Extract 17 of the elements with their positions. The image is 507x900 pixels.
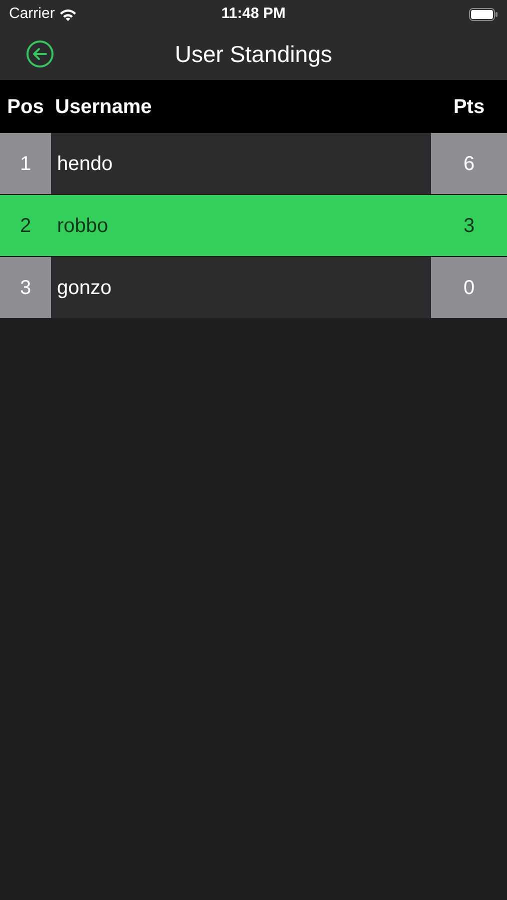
back-button[interactable] <box>26 40 54 68</box>
points-cell: 6 <box>431 133 507 194</box>
position-cell: 3 <box>0 257 51 318</box>
points-cell: 0 <box>431 257 507 318</box>
standings-row[interactable]: 1 hendo 6 <box>0 133 507 194</box>
clock-time: 11:48 PM <box>221 4 286 24</box>
wifi-icon <box>58 8 77 20</box>
column-header: Pts <box>453 96 485 118</box>
standings-row[interactable]: 3 gonzo 0 <box>0 257 507 318</box>
username-cell: hendo <box>51 133 431 194</box>
battery-icon <box>469 8 498 20</box>
carrier-label: Carrier <box>9 4 55 24</box>
column-header: Username <box>55 96 152 118</box>
screen-title: User Standings <box>174 40 332 69</box>
username-cell: gonzo <box>51 257 431 318</box>
position-cell: 1 <box>0 133 51 194</box>
column-header: Pos <box>7 96 44 118</box>
